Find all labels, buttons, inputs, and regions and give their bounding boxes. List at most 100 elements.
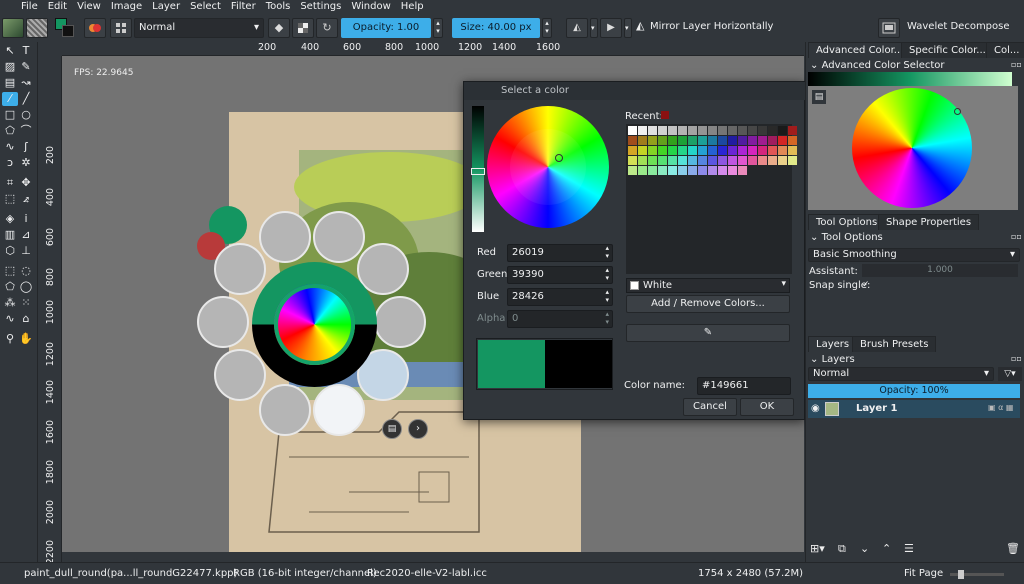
preset-slot-9[interactable] <box>197 296 249 348</box>
palette-swatch[interactable] <box>758 136 767 145</box>
palette-swatch[interactable] <box>678 156 687 165</box>
menu-layer[interactable]: Layer <box>147 0 185 14</box>
palette-swatch[interactable] <box>748 126 757 135</box>
mirror-layer-label[interactable]: Mirror Layer Horizontally <box>650 21 773 32</box>
wheel-handle[interactable] <box>555 154 563 162</box>
palette-swatch[interactable] <box>638 156 647 165</box>
palette-swatch[interactable] <box>648 156 657 165</box>
palette-swatch[interactable] <box>638 126 647 135</box>
advanced-color-wheel[interactable] <box>852 88 972 208</box>
palette-swatch[interactable] <box>678 166 687 175</box>
tab-advanced-color[interactable]: Advanced Color... <box>808 42 912 58</box>
move-tool-icon[interactable]: ✥ <box>19 176 33 190</box>
dynamic-brush-icon[interactable]: ɔ <box>3 156 17 170</box>
blend-mode-select[interactable]: Normal ▾ <box>134 18 264 38</box>
rect-select-icon[interactable]: ⬚ <box>3 264 17 278</box>
snap-single-checkbox[interactable]: ✓ <box>862 280 870 290</box>
preserve-alpha-icon[interactable] <box>292 18 314 38</box>
layer-properties-icon[interactable]: ☰ <box>904 542 914 555</box>
gradient-preset-button[interactable] <box>2 18 24 38</box>
mirror-vertical-icon[interactable]: ▶ <box>600 18 622 38</box>
layer-filter-icon[interactable]: ▽▾ <box>998 367 1022 381</box>
palette-select[interactable]: White ▾ <box>626 278 790 293</box>
menu-settings[interactable]: Settings <box>295 0 346 14</box>
layer-blend-select[interactable]: Normal ▾ <box>808 367 994 381</box>
palette-swatch[interactable] <box>738 126 747 135</box>
recent-color-swatch[interactable] <box>661 111 669 119</box>
zoom-slider-handle[interactable] <box>958 570 964 579</box>
palette-swatch[interactable] <box>688 136 697 145</box>
menu-select[interactable]: Select <box>185 0 226 14</box>
palette-swatch[interactable] <box>638 166 647 175</box>
palette-swatch[interactable] <box>628 126 637 135</box>
selector-settings-icon[interactable]: ▤ <box>812 90 826 104</box>
blue-value-field[interactable]: 28426 ▴ ▾ <box>507 288 613 306</box>
eyedropper-button[interactable]: ✎ <box>626 324 790 342</box>
cancel-button[interactable]: Cancel <box>683 398 737 416</box>
palette-swatch[interactable] <box>728 156 737 165</box>
wavelet-icon[interactable] <box>878 18 900 38</box>
advanced-wheel-handle[interactable] <box>954 108 961 115</box>
palette-swatch[interactable] <box>718 146 727 155</box>
add-remove-colors-button[interactable]: Add / Remove Colors... <box>626 295 790 313</box>
palette-swatch[interactable] <box>688 146 697 155</box>
ok-button[interactable]: OK <box>740 398 794 416</box>
move-up-icon[interactable]: ⌃ <box>882 542 891 555</box>
layer-name[interactable]: Layer 1 <box>856 403 897 414</box>
bezier-select-icon[interactable]: ∿ <box>3 312 17 326</box>
zoom-slider[interactable] <box>950 570 1004 579</box>
palette-swatch[interactable] <box>738 166 747 175</box>
menu-tools[interactable]: Tools <box>261 0 296 14</box>
preset-slot-8[interactable] <box>214 349 266 401</box>
layer-lock-icon[interactable]: ▣ α ▦ <box>988 403 1013 412</box>
color-picker-icon[interactable]: ⅰ <box>19 212 33 226</box>
smoothing-select[interactable]: Basic Smoothing ▾ <box>808 248 1020 262</box>
opacity-slider[interactable]: Opacity: 1.00 <box>341 18 431 38</box>
menu-filter[interactable]: Filter <box>226 0 261 14</box>
palette-swatch[interactable] <box>728 126 737 135</box>
palette-swatch[interactable] <box>738 146 747 155</box>
reload-preset-icon[interactable]: ↻ <box>316 18 338 38</box>
palette-swatch[interactable] <box>718 136 727 145</box>
crop-tool-icon[interactable]: ⌗ <box>3 176 17 190</box>
palette-swatch[interactable] <box>768 136 777 145</box>
popup-palette[interactable]: ▤ › <box>197 206 432 441</box>
reference-tool-icon[interactable]: ⊥ <box>19 244 33 258</box>
palette-swatch[interactable] <box>778 136 787 145</box>
preset-slot-2[interactable] <box>313 211 365 263</box>
bezier-tool-icon[interactable]: ∿ <box>3 140 17 154</box>
move-down-icon[interactable]: ⌄ <box>860 542 869 555</box>
tab-specific-color[interactable]: Specific Color... <box>901 42 994 58</box>
smart-patch-icon[interactable]: ⬡ <box>3 244 17 258</box>
opacity-spin[interactable]: ▴ ▾ <box>433 18 443 38</box>
add-layer-icon[interactable]: ⊞▾ <box>810 542 825 555</box>
wavelet-label[interactable]: Wavelet Decompose <box>907 21 1010 32</box>
palette-swatch[interactable] <box>778 146 787 155</box>
palette-swatch[interactable] <box>628 136 637 145</box>
zoom-label[interactable]: Fit Page <box>904 568 943 579</box>
palette-swatch[interactable] <box>748 136 757 145</box>
calligraphy-icon[interactable]: ✎ <box>19 60 33 74</box>
palette-swatch[interactable] <box>668 136 677 145</box>
fill-tool-icon[interactable]: ◈ <box>3 212 17 226</box>
palette-swatch[interactable] <box>728 146 737 155</box>
assistant-tool-icon[interactable]: ⊿ <box>19 228 33 242</box>
menu-edit[interactable]: Edit <box>43 0 72 14</box>
menu-image[interactable]: Image <box>106 0 147 14</box>
select-shapes-icon[interactable]: ↖ <box>3 44 17 58</box>
size-slider[interactable]: Size: 40.00 px <box>452 18 540 38</box>
palette-swatch[interactable] <box>668 146 677 155</box>
menu-view[interactable]: View <box>72 0 106 14</box>
pencil-icon[interactable]: ↝ <box>19 76 33 90</box>
palette-swatch[interactable] <box>718 166 727 175</box>
palette-swatch[interactable] <box>718 126 727 135</box>
preset-slot-6[interactable] <box>313 384 365 436</box>
popup-settings-icon[interactable]: ▤ <box>382 419 402 439</box>
rectangle-tool-icon[interactable]: □ <box>3 108 17 122</box>
edit-shapes-icon[interactable]: ▨ <box>3 60 17 74</box>
mirror-horizontal-icon[interactable]: ◭ <box>566 18 588 38</box>
palette-swatch[interactable] <box>748 156 757 165</box>
green-value-field[interactable]: 39390 ▴ ▾ <box>507 266 613 284</box>
palette-swatch[interactable] <box>738 156 747 165</box>
palette-swatch[interactable] <box>708 126 717 135</box>
